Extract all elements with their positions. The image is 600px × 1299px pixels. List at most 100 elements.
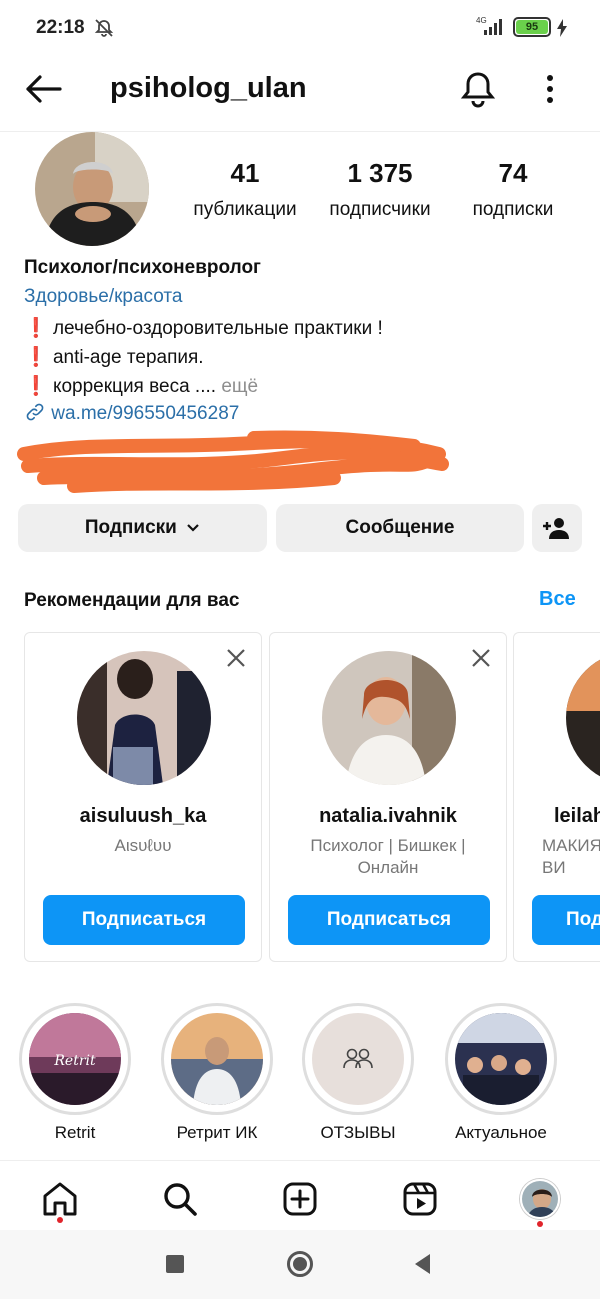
bio-website-text: wa.me/996550456287 [51,403,240,424]
notifications-bell-icon[interactable] [460,70,496,108]
highlight-label: Ретрит ИК [176,1123,258,1142]
stat-followers[interactable]: 1 375 подписчики [313,158,447,221]
back-triangle-icon[interactable] [412,1252,432,1276]
highlight-label: Retrit [54,1123,96,1142]
highlight-ring: Retrit [19,1003,131,1115]
stat-posts-count: 41 [230,158,260,188]
suggestion-name: Психолог | Бишкек | Онлайн [310,836,466,877]
follow-button[interactable]: Подписаться [43,895,245,945]
follow-button[interactable]: Подписаться [288,895,490,945]
bio-line-2: ❗ anti-age терапия. [24,345,204,369]
close-icon[interactable] [225,647,247,669]
suggestion-photo [566,651,600,785]
following-button-label: Подписки [84,517,177,538]
bio-line-3-text: коррекция веса .... [52,376,217,397]
profile-header: psiholog_ulan [0,56,600,132]
suggestion-avatar[interactable] [77,651,211,785]
suggestion-card[interactable]: natalia.ivahnik Психолог | Бишкек | Онла… [269,632,507,962]
stat-followers-count: 1 375 [347,158,413,188]
status-bar: 22:18 4G 95 [0,0,600,56]
profile-notification-dot [537,1221,543,1227]
home-notification-dot [57,1217,63,1223]
suggestion-photo [77,651,211,785]
highlight-label: ОТЗЫВЫ [320,1123,396,1142]
redaction-scribble [17,430,449,493]
back-arrow-icon[interactable] [24,74,62,104]
highlight-cover [171,1013,263,1105]
highlight-item[interactable]: Retrit Retrit [19,1003,131,1143]
highlight-label: Актуальное [455,1123,547,1142]
bio-more-link[interactable]: ещё [221,376,258,397]
bio-line-3: ❗ коррекция веса .... ещё [24,374,258,398]
bio-line-1: ❗ лечебно-оздоровительные практики ! [24,316,383,340]
mute-bell-icon [94,19,114,37]
suggestion-username[interactable]: natalia.ivahnik [270,805,506,828]
bottom-tab-bar [0,1160,600,1230]
highlight-ring [302,1003,414,1115]
profile-username: psiholog_ulan [110,72,307,104]
message-button[interactable]: Сообщение [276,504,524,552]
suggestions-title: Рекомендации для вас [24,590,240,611]
bio-line-1-text: лечебно-оздоровительные практики ! [52,318,383,339]
suggestion-card[interactable]: aisuluush_ka Aιsυℓυυ Подписаться [24,632,262,962]
suggestion-avatar[interactable] [322,651,456,785]
stat-posts[interactable]: 41 публикации [183,158,307,221]
highlight-cover [312,1013,404,1105]
stat-following-label: подписки [472,199,554,220]
bio-title: Психолог/психоневролог [24,257,261,278]
exclamation-icon: ❗ [24,318,48,339]
suggestion-username[interactable]: leilah [554,805,600,828]
highlight-cover [455,1013,547,1105]
battery-icon: 95 [513,17,551,37]
home-icon[interactable] [41,1181,79,1217]
signal-icon [484,19,502,35]
stat-followers-label: подписчики [329,199,431,220]
profile-avatar[interactable] [35,132,149,246]
highlight-item[interactable]: Актуальное [445,1003,557,1143]
home-circle-icon[interactable] [286,1250,314,1278]
suggestion-name: МАКИЯ ВИ [542,836,600,877]
search-icon[interactable] [162,1181,198,1217]
suggestion-card[interactable]: leilah МАКИЯ ВИ Под [513,632,600,962]
add-person-icon [543,518,569,539]
suggestion-avatar[interactable] [566,651,600,785]
recents-icon[interactable] [166,1255,184,1273]
charging-icon [557,19,567,37]
highlight-cover-text: Retrit [53,1053,96,1069]
system-nav-bar [0,1230,600,1299]
see-all-link[interactable]: Все [539,588,576,611]
more-options-icon[interactable] [540,72,560,106]
message-button-label: Сообщение [345,517,455,538]
highlight-cover-image: Retrit [29,1013,121,1105]
new-post-icon[interactable] [282,1181,318,1217]
follow-button[interactable]: Под [532,895,600,945]
following-button[interactable]: Подписки [18,504,267,552]
highlight-cover-image [455,1013,547,1105]
link-icon [26,403,44,421]
exclamation-icon: ❗ [24,376,48,397]
suggestion-name: Aιsυℓυυ [114,836,172,855]
profile-tab-avatar[interactable] [520,1179,560,1219]
exclamation-icon: ❗ [24,347,48,368]
highlight-item[interactable]: ОТЗЫВЫ [302,1003,414,1143]
status-time: 22:18 [36,17,85,38]
avatar-photo [35,132,149,246]
stat-posts-label: публикации [193,199,297,220]
chevron-down-icon [187,524,199,532]
suggestion-username[interactable]: aisuluush_ka [25,805,261,828]
bio-line-2-text: anti-age терапия. [52,347,204,368]
stat-following[interactable]: 74 подписки [458,158,568,221]
highlight-item[interactable]: Ретрит ИК [161,1003,273,1143]
bio-website[interactable]: wa.me/996550456287 [24,403,239,425]
people-icon [343,1048,373,1069]
bio-category[interactable]: Здоровье/красота [24,286,182,308]
highlight-ring [161,1003,273,1115]
highlight-cover: Retrit [29,1013,121,1105]
reels-icon[interactable] [402,1181,438,1217]
profile-tab-photo [522,1181,558,1217]
suggest-people-button[interactable] [532,504,582,552]
battery-level: 95 [516,20,548,34]
close-icon[interactable] [470,647,492,669]
stat-following-count: 74 [498,158,528,188]
highlight-ring [445,1003,557,1115]
